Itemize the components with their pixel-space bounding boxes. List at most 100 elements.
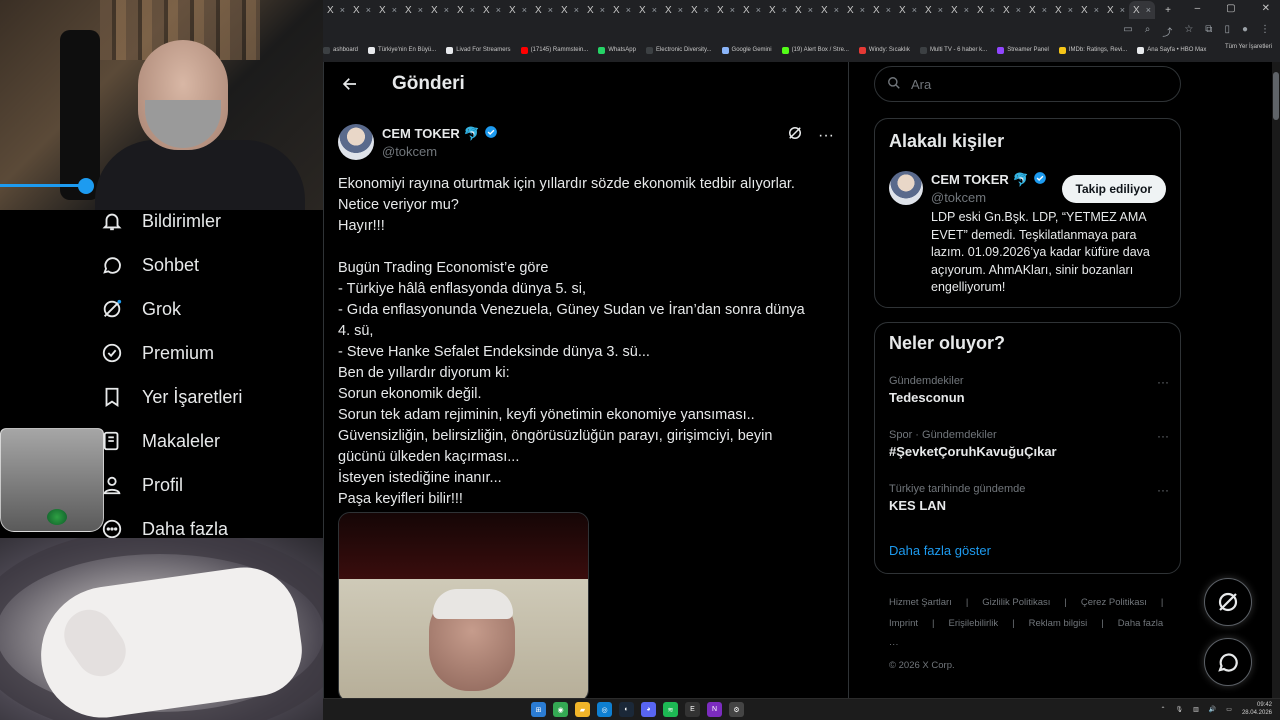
app-icon[interactable]: N [707,702,722,717]
browser-tab[interactable]: X × [375,1,401,19]
discord-icon[interactable]: ◕ [641,702,656,717]
browser-tab[interactable]: X × [531,1,557,19]
tab-close-icon[interactable]: × [1094,5,1099,15]
browser-tab[interactable]: X × [453,1,479,19]
close-icon[interactable]: ✕ [1262,3,1270,14]
search-input[interactable]: Ara [874,66,1181,102]
settings-icon[interactable]: ⚙ [729,702,744,717]
tab-close-icon[interactable]: × [366,5,371,15]
minimize-icon[interactable]: – [1195,3,1201,14]
bookmark-item[interactable]: Multi TV - 6 haber k... [919,46,987,54]
browser-tab[interactable]: X × [349,1,375,19]
cast-icon[interactable]: ▭ [1123,24,1132,39]
browser-tab[interactable]: X × [1051,1,1077,19]
tab-close-icon[interactable]: × [964,5,969,15]
scrollbar-thumb[interactable] [1273,72,1279,120]
steam-icon[interactable]: ◐ [619,702,634,717]
browser-tab[interactable]: X × [765,1,791,19]
tab-close-icon[interactable]: × [392,5,397,15]
bookmark-item[interactable]: (17145) Rammstein... [520,46,588,54]
obs-icon[interactable]: ◎ [597,702,612,717]
footer-link[interactable]: Erişilebilirlik [949,618,999,629]
tab-close-icon[interactable]: × [860,5,865,15]
browser-tab[interactable]: X × [557,1,583,19]
browser-tab[interactable]: X × [843,1,869,19]
back-arrow-icon[interactable] [340,74,360,94]
bookmark-item[interactable]: Livad For Streamers [446,46,511,54]
footer-link[interactable]: Gizlilik Politikası [982,597,1050,608]
all-bookmarks[interactable]: Tüm Yer İşaretleri [1225,44,1272,50]
trend-topic[interactable]: KES LAN [889,498,1169,513]
folder-icon[interactable]: ▰ [575,702,590,717]
browser-tab[interactable]: X × [635,1,661,19]
footer-link[interactable]: Reklam bilgisi [1029,618,1088,629]
browser-tab[interactable]: X × [973,1,999,19]
sidebar-item-chat[interactable]: Sohbet [100,247,199,283]
tab-close-icon[interactable]: × [834,5,839,15]
browser-tab[interactable]: X × [609,1,635,19]
tab-close-icon[interactable]: × [600,5,605,15]
tab-close-icon[interactable]: × [808,5,813,15]
browser-tab[interactable]: X × [713,1,739,19]
trend-more-icon[interactable]: ··· [1157,429,1169,443]
author-handle[interactable]: @tokcem [382,144,498,159]
tab-close-icon[interactable]: × [756,5,761,15]
epic-icon[interactable]: E [685,702,700,717]
tab-close-icon[interactable]: × [730,5,735,15]
zoom-icon[interactable]: ⌕ [1145,24,1151,39]
browser-tab[interactable]: X × [401,1,427,19]
sidebar-item-profile[interactable]: Profil [100,467,183,503]
tab-close-icon[interactable]: × [340,5,345,15]
browser-tab[interactable]: X × [1077,1,1103,19]
bookmark-item[interactable]: ashboard [323,46,358,54]
bookmark-item[interactable]: IMDb: Ratings, Revi... [1058,46,1127,54]
messages-fab-button[interactable] [1204,638,1252,686]
maximize-icon[interactable]: ▢ [1226,3,1235,14]
show-more-link[interactable]: Daha fazla göster [889,543,991,558]
footer-link[interactable]: Çerez Politikası [1081,597,1147,608]
tab-close-icon[interactable]: × [548,5,553,15]
sidebar-item-grok[interactable]: Grok [100,291,181,327]
trend-topic[interactable]: Tedesconun [889,390,1169,405]
tab-close-icon[interactable]: × [522,5,527,15]
tab-close-icon[interactable]: × [1016,5,1021,15]
avatar[interactable] [338,124,374,160]
bookmark-item[interactable]: Streamer Panel [997,46,1049,54]
tab-close-icon[interactable]: × [1120,5,1125,15]
menu-icon[interactable]: ⋮ [1260,24,1270,39]
footer-link[interactable]: Daha fazla ··· [889,618,1163,650]
browser-tab[interactable]: X × [739,1,765,19]
tab-close-icon[interactable]: × [912,5,917,15]
browser-tab[interactable]: X × [505,1,531,19]
browser-tab[interactable]: X × [1129,1,1155,19]
trend-item[interactable]: Gündemdekiler Tedesconun ··· [889,375,1169,405]
author-name[interactable]: CEM TOKER [382,126,460,141]
sidebar-item-notifications[interactable]: Bildirimler [100,203,221,239]
browser-tab[interactable]: X × [687,1,713,19]
new-tab-icon[interactable]: + [1155,1,1181,19]
network-icon[interactable]: ▥ [1193,706,1199,713]
windows-start-icon[interactable]: ⊞ [531,702,546,717]
star-icon[interactable]: ☆ [1184,24,1193,39]
tab-close-icon[interactable]: × [886,5,891,15]
bookmark-item[interactable]: Windy: Sıcaklık [858,46,910,54]
browser-tab[interactable]: X × [479,1,505,19]
tab-close-icon[interactable]: × [418,5,423,15]
tab-close-icon[interactable]: × [574,5,579,15]
tab-close-icon[interactable]: × [626,5,631,15]
browser-tab[interactable]: X × [921,1,947,19]
browser-tab[interactable]: X × [323,1,349,19]
browser-tab[interactable]: X × [999,1,1025,19]
trend-topic[interactable]: #ŞevketÇoruhKavuğuÇıkar [889,444,1169,459]
trend-more-icon[interactable]: ··· [1157,483,1169,497]
related-user[interactable]: CEM TOKER 🐬 @tokcem [889,171,1047,205]
sidebar-item-articles[interactable]: Makaleler [100,423,220,459]
browser-tab[interactable]: X × [869,1,895,19]
related-name[interactable]: CEM TOKER [931,172,1009,187]
tab-close-icon[interactable]: × [444,5,449,15]
spotify-icon[interactable]: ≋ [663,702,678,717]
post-video[interactable] [338,512,589,698]
tab-close-icon[interactable]: × [496,5,501,15]
avatar[interactable] [889,171,923,205]
browser-tab[interactable]: X × [427,1,453,19]
